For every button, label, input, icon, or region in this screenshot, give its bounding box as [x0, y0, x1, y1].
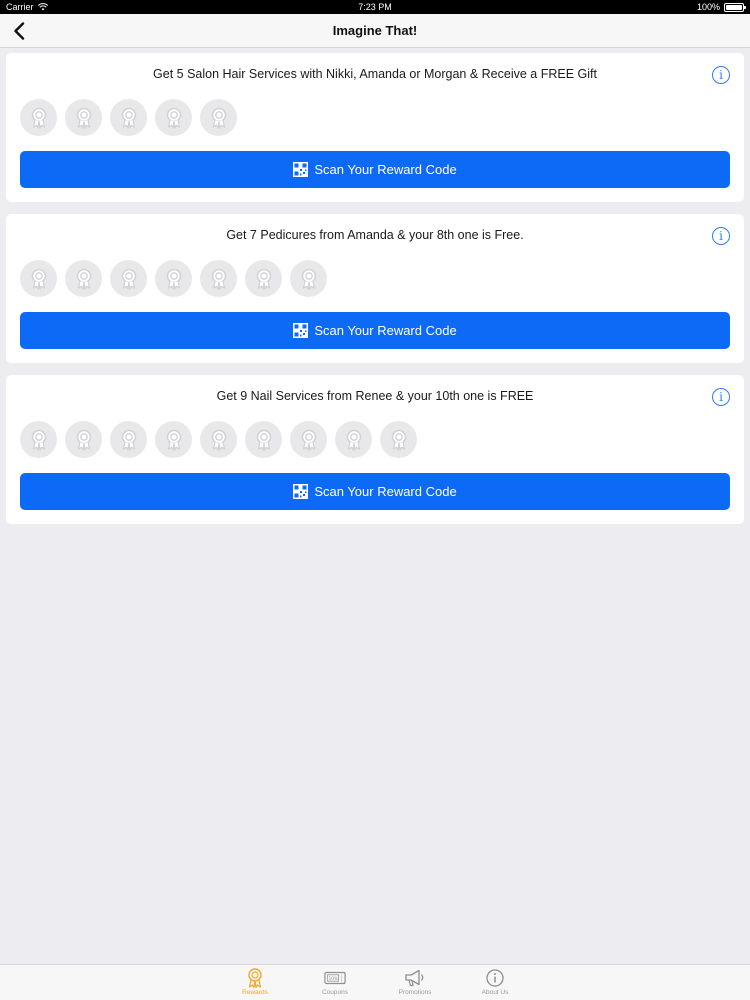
- scan-reward-code-button[interactable]: Scan Your Reward Code: [20, 312, 730, 349]
- tab-bar: Rewards 10% Coupons Promotions About Us: [0, 964, 750, 1000]
- reward-stamp: [155, 421, 192, 458]
- info-button[interactable]: i: [712, 388, 730, 406]
- award-ribbon-icon: [208, 428, 230, 452]
- qr-code-icon: [293, 484, 309, 499]
- award-ribbon-icon: [118, 428, 140, 452]
- scan-reward-code-button[interactable]: Scan Your Reward Code: [20, 473, 730, 510]
- tab-coupons[interactable]: 10% Coupons: [313, 968, 357, 1000]
- qr-code-icon: [293, 162, 309, 177]
- back-button[interactable]: [6, 18, 32, 44]
- award-ribbon-icon: [163, 428, 185, 452]
- reward-stamp: [20, 260, 57, 297]
- award-ribbon-icon: [28, 106, 50, 130]
- battery-percent: 100%: [696, 2, 720, 12]
- award-ribbon-icon: [73, 428, 95, 452]
- reward-stamp: [110, 99, 147, 136]
- status-left: Carrier: [6, 2, 48, 12]
- reward-stamp: [20, 99, 57, 136]
- stamp-row: [20, 99, 237, 136]
- tab-label: Rewards: [242, 989, 268, 996]
- status-right: 100%: [696, 2, 746, 12]
- reward-stamp: [200, 99, 237, 136]
- status-bar: Carrier 7:23 PM 100%: [0, 0, 750, 14]
- info-button[interactable]: i: [712, 66, 730, 84]
- megaphone-icon: [404, 968, 426, 988]
- reward-stamp: [155, 99, 192, 136]
- carrier-label: Carrier: [6, 2, 34, 12]
- reward-stamp: [245, 260, 282, 297]
- info-icon: i: [719, 68, 723, 82]
- award-ribbon-icon: [343, 428, 365, 452]
- reward-stamp: [65, 421, 102, 458]
- tab-promotions[interactable]: Promotions: [393, 968, 437, 1000]
- award-ribbon-icon: [163, 267, 185, 291]
- reward-stamp: [290, 260, 327, 297]
- qr-code-icon: [293, 323, 309, 338]
- info-icon: i: [719, 390, 723, 404]
- reward-stamp: [20, 421, 57, 458]
- reward-title: Get 5 Salon Hair Services with Nikki, Am…: [153, 67, 597, 81]
- reward-stamp: [65, 99, 102, 136]
- info-icon: i: [719, 229, 723, 243]
- award-ribbon-icon: [208, 106, 230, 130]
- reward-stamp: [65, 260, 102, 297]
- reward-card: Get 7 Pedicures from Amanda & your 8th o…: [6, 214, 744, 363]
- reward-stamp: [245, 421, 282, 458]
- ribbon-icon: [244, 968, 266, 988]
- award-ribbon-icon: [208, 267, 230, 291]
- battery-icon: [724, 2, 746, 12]
- award-ribbon-icon: [298, 267, 320, 291]
- rewards-list: Get 5 Salon Hair Services with Nikki, Am…: [6, 53, 744, 536]
- reward-stamp: [110, 421, 147, 458]
- award-ribbon-icon: [163, 106, 185, 130]
- navigation-bar: Imagine That!: [0, 14, 750, 48]
- award-ribbon-icon: [73, 267, 95, 291]
- award-ribbon-icon: [118, 106, 140, 130]
- wifi-icon: [37, 3, 48, 11]
- stamp-row: [20, 421, 417, 458]
- reward-stamp: [290, 421, 327, 458]
- award-ribbon-icon: [253, 267, 275, 291]
- award-ribbon-icon: [298, 428, 320, 452]
- award-ribbon-icon: [73, 106, 95, 130]
- tab-label: Coupons: [321, 989, 349, 996]
- reward-stamp: [200, 421, 237, 458]
- scan-button-label: Scan Your Reward Code: [314, 162, 457, 177]
- reward-stamp: [155, 260, 192, 297]
- award-ribbon-icon: [118, 267, 140, 291]
- scan-button-label: Scan Your Reward Code: [314, 323, 457, 338]
- tab-rewards[interactable]: Rewards: [233, 968, 277, 1000]
- reward-title: Get 9 Nail Services from Renee & your 10…: [216, 389, 534, 403]
- reward-stamp: [110, 260, 147, 297]
- reward-stamp: [335, 421, 372, 458]
- tab-label: About Us: [481, 989, 509, 996]
- reward-stamp: [380, 421, 417, 458]
- coupon-icon: 10%: [324, 968, 346, 988]
- tab-about-us[interactable]: About Us: [473, 968, 517, 1000]
- reward-title: Get 7 Pedicures from Amanda & your 8th o…: [226, 228, 524, 242]
- info-button[interactable]: i: [712, 227, 730, 245]
- scan-reward-code-button[interactable]: Scan Your Reward Code: [20, 151, 730, 188]
- tab-label: Promotions: [398, 989, 432, 996]
- award-ribbon-icon: [388, 428, 410, 452]
- award-ribbon-icon: [28, 267, 50, 291]
- scan-button-label: Scan Your Reward Code: [314, 484, 457, 499]
- award-ribbon-icon: [28, 428, 50, 452]
- reward-card: Get 5 Salon Hair Services with Nikki, Am…: [6, 53, 744, 202]
- reward-stamp: [200, 260, 237, 297]
- award-ribbon-icon: [253, 428, 275, 452]
- chevron-left-icon: [14, 22, 25, 40]
- info-icon: [484, 968, 506, 988]
- reward-card: Get 9 Nail Services from Renee & your 10…: [6, 375, 744, 524]
- page-title: Imagine That!: [332, 23, 418, 38]
- svg-text:10%: 10%: [329, 976, 338, 981]
- status-time: 7:23 PM: [358, 2, 392, 12]
- stamp-row: [20, 260, 327, 297]
